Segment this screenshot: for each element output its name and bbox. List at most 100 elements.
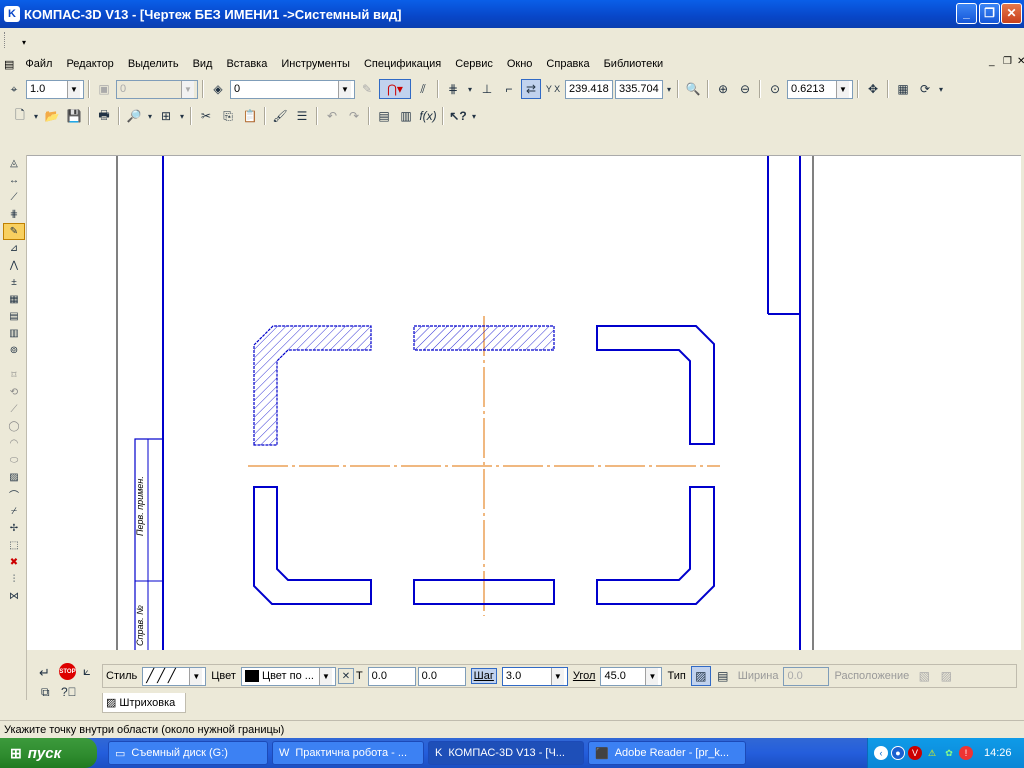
associative-views-icon[interactable]: ± bbox=[3, 274, 25, 291]
toolbar-grip[interactable] bbox=[4, 32, 6, 48]
help-icon[interactable]: ?⃞ bbox=[61, 685, 77, 699]
back-arrow-icon[interactable]: ‹ bbox=[874, 746, 888, 760]
menu-window[interactable]: Окно bbox=[500, 58, 540, 70]
undo-icon[interactable]: ↶ bbox=[322, 106, 342, 126]
chevron-down-icon[interactable]: ▾ bbox=[146, 106, 154, 126]
corner-bottom-left[interactable] bbox=[253, 486, 372, 605]
contour-icon[interactable]: ⬚ bbox=[3, 537, 25, 554]
menu-specification[interactable]: Спецификация bbox=[357, 58, 448, 70]
chevron-down-icon[interactable]: ▼ bbox=[67, 80, 80, 98]
delete-icon[interactable]: ✖ bbox=[3, 554, 25, 571]
chevron-down-icon[interactable]: ▾ bbox=[178, 106, 186, 126]
open-icon[interactable]: 📂 bbox=[42, 106, 62, 126]
reports-icon[interactable]: ▤ bbox=[3, 308, 25, 325]
show-all-icon[interactable]: ▦ bbox=[893, 79, 913, 99]
chevron-down-icon[interactable]: ▼ bbox=[189, 667, 203, 685]
segment-icon[interactable]: ⟋ bbox=[3, 401, 25, 418]
chevron-down-icon[interactable]: ▼ bbox=[338, 80, 351, 98]
menu-file[interactable]: Файл bbox=[18, 58, 59, 70]
menu-help[interactable]: Справка bbox=[539, 58, 596, 70]
notation-icon[interactable]: ⟋ bbox=[3, 189, 25, 206]
circle-icon[interactable]: ◯ bbox=[3, 418, 25, 435]
angle-field[interactable]: 45.0 ▼ bbox=[600, 666, 663, 686]
chamfer-icon[interactable]: ⌿ bbox=[3, 503, 25, 520]
zoom-window-icon[interactable]: 🔍 bbox=[683, 79, 703, 99]
menu-edit[interactable]: Редактор bbox=[59, 58, 120, 70]
manager-icon[interactable]: ⊞ bbox=[156, 106, 176, 126]
style-field[interactable]: ╱╱╱ ▼ bbox=[142, 666, 207, 686]
doc-icon[interactable]: ▤ bbox=[0, 58, 18, 71]
chevron-down-icon[interactable]: ▾ bbox=[470, 106, 478, 126]
chevron-down-icon[interactable]: ▾ bbox=[665, 79, 673, 99]
warning-icon[interactable]: ⚠ bbox=[925, 746, 939, 760]
maximize-button[interactable]: ❐ bbox=[979, 3, 1000, 24]
chevron-down-icon[interactable]: ▾ bbox=[32, 106, 40, 126]
ortho-mode-icon[interactable]: ⌐ bbox=[499, 79, 519, 99]
cut-icon[interactable]: ✂ bbox=[196, 106, 216, 126]
geometry-icon[interactable]: ◬ bbox=[3, 155, 25, 172]
menu-select[interactable]: Выделить bbox=[121, 58, 186, 70]
paste-icon[interactable]: 📋 bbox=[240, 106, 260, 126]
spec-icon[interactable]: ▦ bbox=[3, 291, 25, 308]
chevron-down-icon[interactable]: ▼ bbox=[645, 667, 659, 685]
chevron-down-icon[interactable]: ▾ bbox=[937, 79, 945, 99]
grid-icon[interactable]: ⋕ bbox=[443, 79, 463, 99]
point-icon[interactable]: ⌑ bbox=[3, 367, 25, 384]
align-icon[interactable]: ⫶ bbox=[3, 571, 25, 588]
drawing-canvas[interactable]: Перв. примен. Справ. № bbox=[27, 155, 1021, 650]
refresh-icon[interactable]: ⟳ bbox=[915, 79, 935, 99]
aux-line-icon[interactable]: ⟲ bbox=[3, 384, 25, 401]
point-checkbox[interactable]: ✕ bbox=[337, 668, 354, 684]
hatch-type-icon[interactable]: ▨ bbox=[690, 666, 711, 686]
editing-icon[interactable]: ⋕ bbox=[3, 206, 25, 223]
zoom-scale-icon[interactable]: ⊙ bbox=[765, 79, 785, 99]
copy-properties-icon[interactable]: 🖌 bbox=[270, 106, 290, 126]
selection-icon[interactable]: ⋀ bbox=[3, 257, 25, 274]
taskbar-item-kompas[interactable]: K КОМПАС-3D V13 - [Ч... bbox=[428, 741, 584, 765]
new-document-icon[interactable]: 🗋 bbox=[10, 106, 30, 126]
fillet-icon[interactable]: ⌒ bbox=[3, 486, 25, 503]
start-button[interactable]: ⊞ пуск bbox=[0, 738, 97, 768]
chevron-down-icon[interactable]: ▾ bbox=[22, 38, 26, 47]
chevron-down-icon[interactable]: ▼ bbox=[836, 80, 849, 98]
zoom-in-icon[interactable]: ⊕ bbox=[713, 79, 733, 99]
stop-icon[interactable]: STOP bbox=[59, 663, 76, 680]
taskbar-item-acrobat[interactable]: ⬛ Adobe Reader - [pr_k... bbox=[588, 741, 746, 765]
chevron-down-icon[interactable]: ▼ bbox=[550, 667, 564, 685]
tree-icon[interactable]: ▤ bbox=[374, 106, 394, 126]
menu-insert[interactable]: Вставка bbox=[219, 58, 274, 70]
chevron-down-icon[interactable]: ▾ bbox=[465, 79, 475, 99]
variables-icon[interactable]: f(x) bbox=[418, 106, 438, 126]
print-icon[interactable]: 🖶 bbox=[94, 106, 114, 126]
hatched-corner-top-left[interactable] bbox=[253, 325, 372, 446]
arc-icon[interactable]: ◠ bbox=[3, 435, 25, 452]
line-scale-field[interactable]: 1.0 ▼ bbox=[26, 79, 84, 99]
zoom-out-icon[interactable]: ⊖ bbox=[735, 79, 755, 99]
preview-icon[interactable]: 🔎 bbox=[124, 106, 144, 126]
flower-icon[interactable]: ✿ bbox=[942, 746, 956, 760]
point-x-field[interactable]: 0.0 bbox=[367, 666, 416, 686]
hatch-icon[interactable]: ▨ bbox=[3, 469, 25, 486]
alert-icon[interactable]: ! bbox=[959, 746, 973, 760]
dimensions-icon[interactable]: ↔ bbox=[3, 172, 25, 189]
properties-icon[interactable]: ✎ bbox=[357, 79, 377, 99]
copy-icon[interactable]: ⎘ bbox=[218, 106, 238, 126]
color-field[interactable]: Цвет по ... ▼ bbox=[240, 666, 336, 686]
parametrization-icon[interactable]: ✎ bbox=[3, 223, 25, 240]
close-button[interactable]: ✕ bbox=[1001, 3, 1022, 24]
collect-contour-icon[interactable]: ⋈ bbox=[3, 588, 25, 605]
properties-list-icon[interactable]: ☰ bbox=[292, 106, 312, 126]
coord-y-field[interactable]: 335.704 bbox=[615, 79, 663, 99]
layers-icon[interactable]: ◈ bbox=[208, 79, 228, 99]
redo-icon[interactable]: ↷ bbox=[344, 106, 364, 126]
save-icon[interactable]: 💾 bbox=[64, 106, 84, 126]
apps-icon[interactable]: ⊚ bbox=[3, 342, 25, 359]
orthogonal-icon[interactable]: ⫽ bbox=[413, 79, 433, 99]
snap-point-icon[interactable]: ⌖ bbox=[4, 79, 24, 99]
taskbar-item-word[interactable]: W Практична робота - ... bbox=[272, 741, 424, 765]
coord-x-field[interactable]: 239.418 bbox=[565, 79, 613, 99]
insert-icon[interactable]: ▥ bbox=[3, 325, 25, 342]
chevron-down-icon[interactable]: ▼ bbox=[318, 667, 332, 685]
doc-close-button[interactable]: ✕ bbox=[1010, 56, 1024, 67]
corner-top-right[interactable] bbox=[596, 325, 715, 445]
